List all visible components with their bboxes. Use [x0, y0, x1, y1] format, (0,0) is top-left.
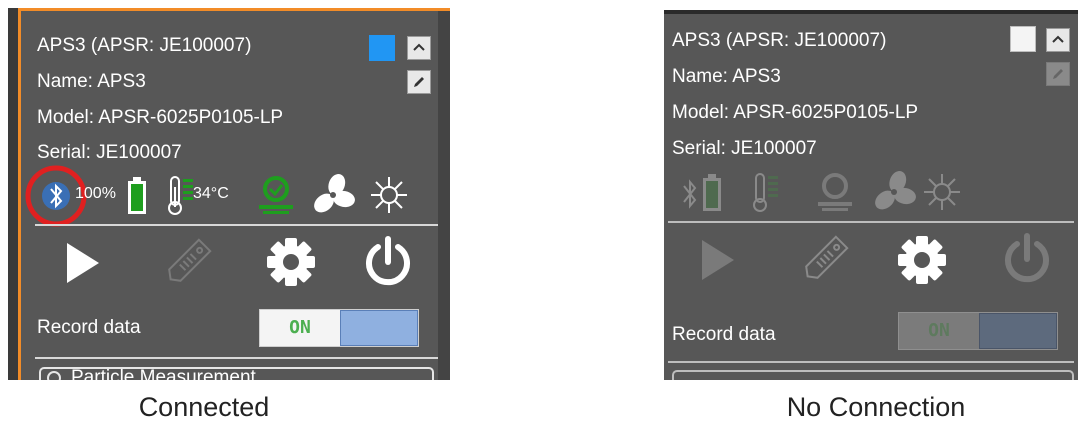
record-data-label: Record data [37, 317, 141, 338]
chevron-up-icon [413, 43, 425, 51]
right-scroll-strip [438, 11, 450, 380]
device-serial: Serial: JE100007 [37, 142, 182, 163]
divider-top [35, 224, 438, 226]
battery-status [127, 177, 147, 220]
collapse-button[interactable] [407, 36, 431, 60]
settings-button[interactable] [265, 236, 317, 293]
record-data-toggle[interactable]: ON [898, 312, 1058, 350]
light-status [920, 170, 964, 219]
caption-no-connection: No Connection [786, 392, 966, 422]
play-icon [67, 243, 99, 283]
record-data-toggle[interactable]: ON [259, 309, 419, 347]
power-icon [1005, 233, 1049, 283]
toggle-on-label: ON [928, 320, 950, 341]
power-icon [366, 236, 410, 286]
toggle-knob[interactable] [979, 313, 1057, 349]
fan-status [311, 173, 355, 222]
settings-button[interactable] [896, 234, 948, 291]
divider-bottom [35, 357, 438, 359]
pencil-icon [414, 77, 424, 87]
thermometer-icon [753, 173, 778, 212]
connected-panel: APS3 (APSR: JE100007) Name: APS3 Model: … [8, 8, 450, 380]
particle-measurement-header[interactable]: Particle Measurement [39, 367, 434, 380]
color-square[interactable] [1010, 26, 1036, 52]
device-title: APS3 (APSR: JE100007) [37, 35, 252, 56]
record-data-label: Record data [672, 324, 776, 345]
tag-icon [805, 235, 849, 279]
bluetooth-icon [683, 179, 697, 209]
tag-icon [168, 238, 212, 282]
edit-name-button[interactable] [1046, 62, 1070, 86]
play-icon [702, 240, 734, 280]
play-button[interactable] [698, 236, 738, 289]
device-model: Model: APSR-6025P0105-LP [672, 102, 919, 123]
fan-icon [875, 170, 916, 210]
fan-status [872, 170, 916, 219]
device-card: APS3 (APSR: JE100007) Name: APS3 Model: … [21, 11, 438, 380]
power-button[interactable] [1000, 232, 1054, 291]
toggle-knob[interactable] [340, 310, 418, 346]
sensor-icon [259, 176, 293, 214]
top-dark-strip [664, 10, 1078, 14]
device-name: Name: APS3 [672, 66, 781, 87]
color-square[interactable] [369, 35, 395, 61]
battery-status [702, 174, 722, 217]
sensor-icon [818, 173, 852, 211]
play-button[interactable] [63, 239, 103, 292]
battery-percent: 100% [75, 185, 116, 202]
divider-top [668, 221, 1074, 223]
tag-button[interactable] [161, 233, 217, 294]
light-icon [924, 174, 960, 210]
light-icon [371, 177, 407, 213]
light-status [367, 173, 411, 222]
particle-measurement-header[interactable] [672, 370, 1074, 380]
device-model: Model: APSR-6025P0105-LP [37, 107, 284, 128]
divider-bottom [668, 361, 1074, 363]
gear-icon [898, 236, 946, 284]
power-button[interactable] [361, 235, 415, 294]
temperature-value: 34°C [193, 185, 229, 202]
expand-icon [47, 371, 61, 380]
left-dark-strip [8, 8, 18, 380]
chevron-up-icon [1052, 35, 1064, 43]
tag-button[interactable] [798, 230, 854, 291]
battery-icon [128, 177, 146, 214]
device-name: Name: APS3 [37, 71, 146, 92]
battery-icon [703, 174, 721, 211]
disconnected-panel: APS3 (APSR: JE100007) Name: APS3 Model: … [664, 10, 1078, 380]
collapse-button[interactable] [1046, 28, 1070, 52]
device-title: APS3 (APSR: JE100007) [672, 30, 887, 51]
sensor-status [812, 172, 858, 217]
edit-name-button[interactable] [407, 70, 431, 94]
temperature-status [752, 172, 782, 217]
particle-measurement-label: Particle Measurement [71, 367, 256, 380]
fan-icon [314, 173, 355, 213]
caption-connected: Connected [138, 392, 270, 422]
toggle-on-label: ON [289, 317, 311, 338]
pencil-icon [1053, 69, 1063, 79]
device-serial: Serial: JE100007 [672, 138, 817, 159]
gear-icon [267, 238, 315, 286]
bluetooth-status [680, 176, 700, 217]
sensor-status [253, 175, 299, 220]
